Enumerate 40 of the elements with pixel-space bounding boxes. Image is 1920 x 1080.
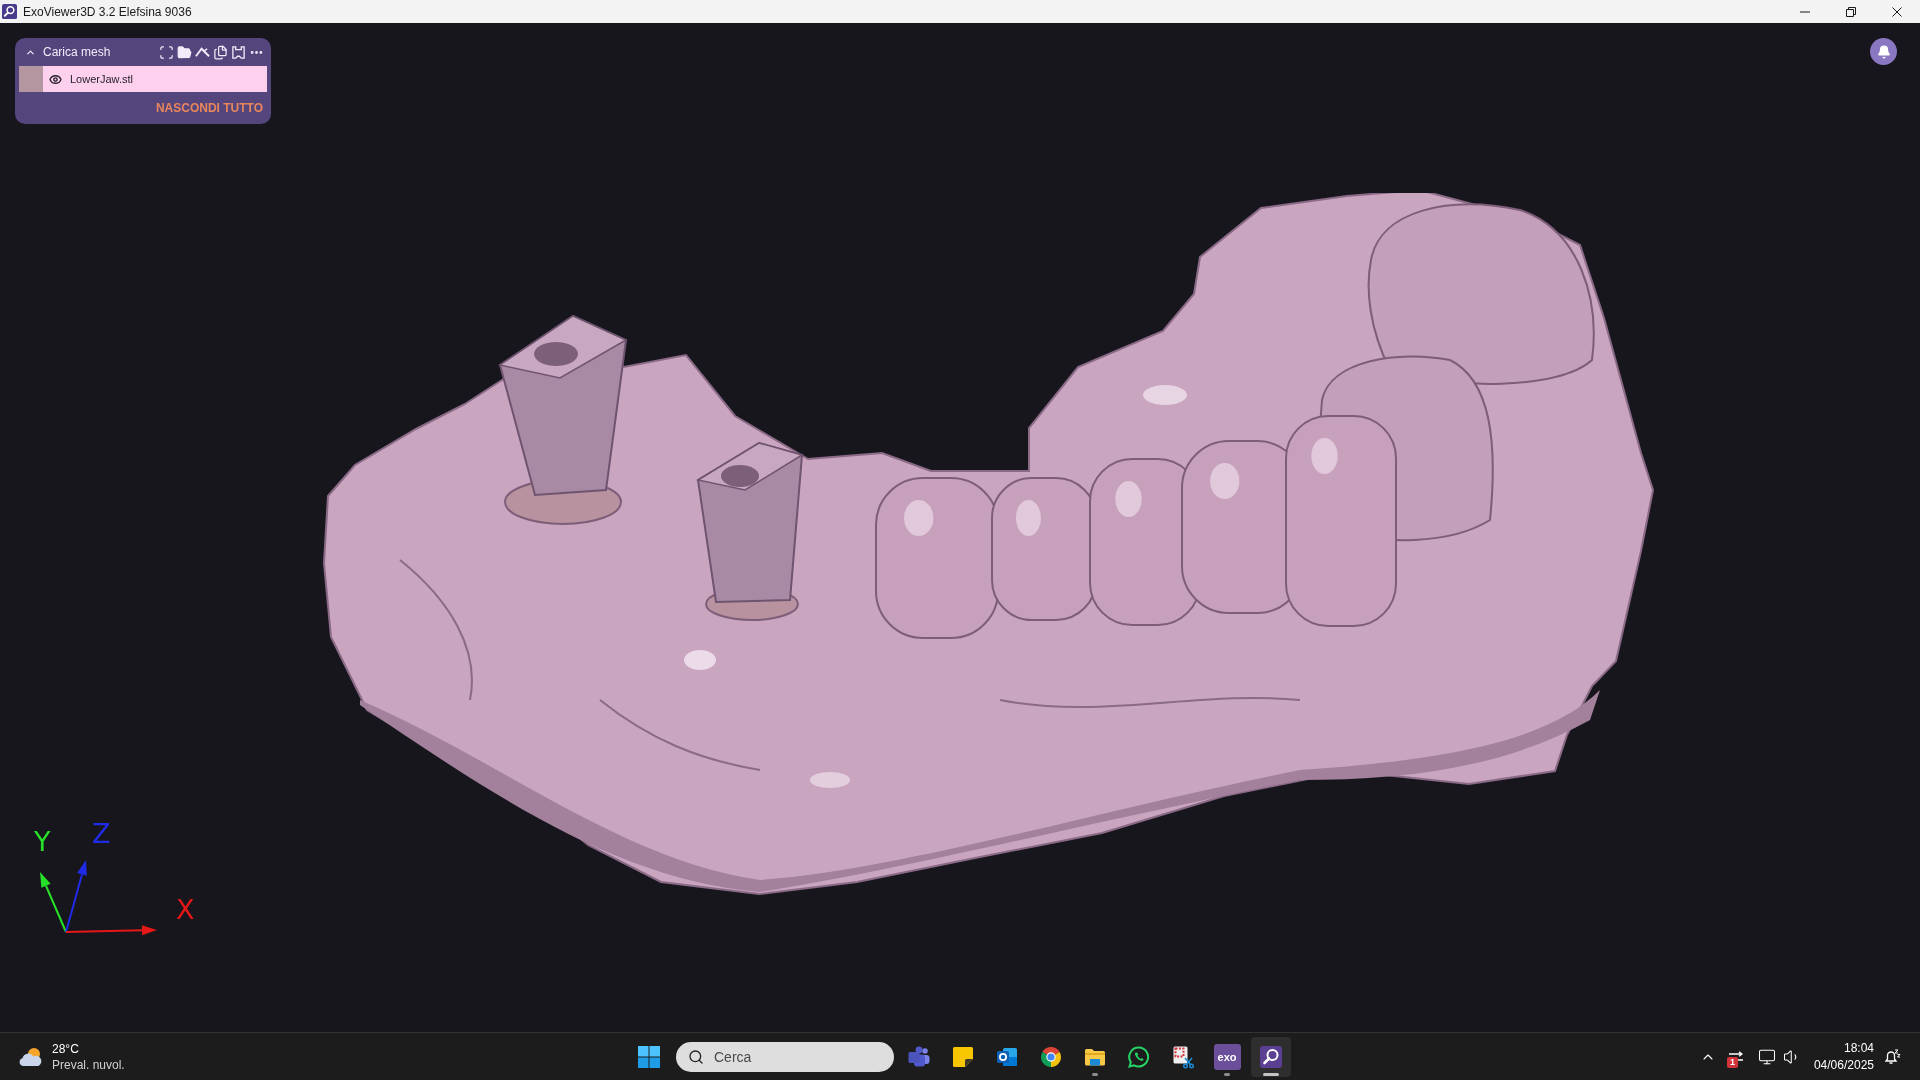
scissors-icon bbox=[1171, 1044, 1195, 1069]
close-icon bbox=[1892, 6, 1902, 17]
clock-time: 18:04 bbox=[1843, 1041, 1874, 1055]
browser-icon bbox=[1039, 1044, 1063, 1069]
mesh-list-item[interactable]: LowerJaw.stl bbox=[43, 66, 267, 92]
arch-tool-icon[interactable] bbox=[195, 44, 210, 60]
scan-frame-icon[interactable] bbox=[159, 44, 174, 60]
windows-logo-icon bbox=[638, 1045, 660, 1068]
weather-icon bbox=[18, 1045, 44, 1068]
notification-badge: 1 bbox=[1726, 1056, 1738, 1068]
window-title: ExoViewer3D 3.2 Elefsina 9036 bbox=[23, 4, 192, 19]
monitor-icon bbox=[1757, 1047, 1776, 1066]
people-app-icon bbox=[907, 1044, 931, 1069]
notification-button[interactable] bbox=[1870, 38, 1897, 65]
weather-condition: Preval. nuvol. bbox=[52, 1057, 125, 1072]
axis-label: X bbox=[176, 896, 195, 923]
documents-icon[interactable] bbox=[213, 44, 228, 60]
search-icon bbox=[688, 1048, 704, 1065]
weather-widget[interactable]: 28°C Preval. nuvol. bbox=[14, 1036, 129, 1077]
clock[interactable]: 18:04 04/06/2025 bbox=[1809, 1036, 1878, 1077]
tray-app-button[interactable]: 1 bbox=[1721, 1036, 1750, 1077]
chat-bubble-icon bbox=[1127, 1044, 1151, 1069]
sticky-note-icon bbox=[951, 1044, 975, 1069]
magnifier-app-icon bbox=[1259, 1044, 1283, 1069]
weather-temperature: 28°C bbox=[52, 1041, 79, 1056]
eye-icon[interactable] bbox=[49, 72, 62, 86]
taskbar-app-button[interactable]: exo bbox=[1207, 1036, 1247, 1077]
panel-header-toggle[interactable]: Carica mesh bbox=[19, 41, 111, 63]
bell-snooze-icon bbox=[1885, 1048, 1901, 1065]
axis-label: Z bbox=[92, 820, 111, 847]
folder-open-icon[interactable] bbox=[177, 44, 192, 60]
clock-date: 04/06/2025 bbox=[1813, 1058, 1874, 1072]
taskbar-app-button[interactable] bbox=[1251, 1036, 1291, 1077]
axis-label: Y bbox=[34, 828, 51, 855]
search-field[interactable]: Cerca bbox=[676, 1041, 894, 1072]
exo-logo: exo bbox=[1213, 1043, 1241, 1070]
restore-icon bbox=[1846, 6, 1856, 17]
frame-tool-icon[interactable] bbox=[231, 44, 246, 60]
bell-icon bbox=[1876, 44, 1891, 59]
minimize-icon bbox=[1800, 10, 1810, 13]
